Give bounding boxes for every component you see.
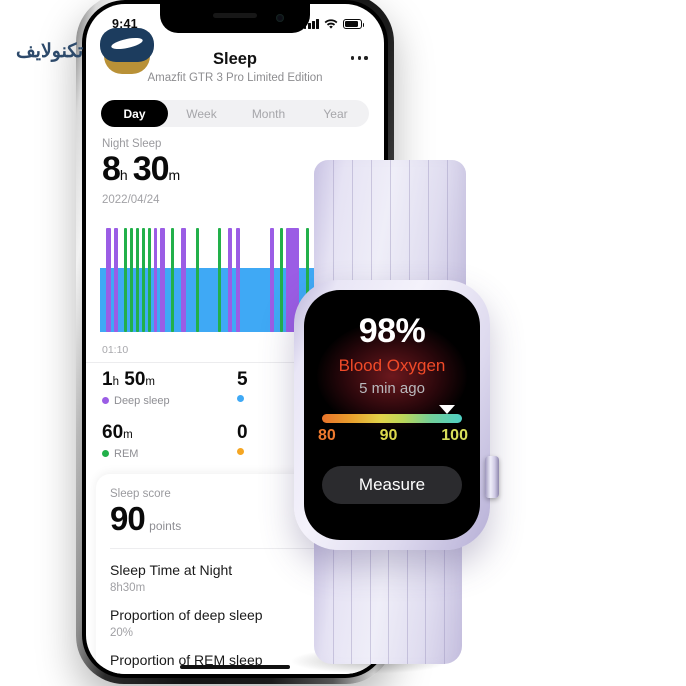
scale-marker-icon (439, 405, 455, 414)
technolife-logo (100, 28, 154, 78)
summary-duration: 8h 30m (102, 152, 180, 186)
tab-day[interactable]: Day (101, 100, 168, 127)
screenshot-stage: 9:41 ‹ Sleep Amazfit GTR 3 Pro L (0, 0, 686, 686)
sleep-stage-bar (228, 228, 232, 332)
watermark: تکنولایف (16, 28, 156, 80)
sleep-stage-bar (181, 228, 186, 332)
sleep-stage-bar (130, 228, 133, 332)
tick-100: 100 (441, 427, 468, 444)
sleep-stage-bar (114, 228, 118, 332)
sleep-stage-bar (171, 228, 174, 332)
stat-value: 1h 50m (102, 369, 155, 390)
tab-year[interactable]: Year (302, 100, 369, 127)
phone-notch (160, 4, 310, 33)
chart-axis-label: 01:10 (102, 344, 129, 356)
sleep-stage-bar (148, 228, 151, 332)
spo2-value: 98% (358, 312, 426, 350)
sleep-stage-bar (236, 228, 240, 332)
earpiece-speaker (213, 13, 257, 18)
summary-label: Night Sleep (102, 138, 162, 150)
summary-minutes-unit: m (168, 167, 181, 183)
stat-deep-sleep: 1h 50m Deep sleep (102, 369, 237, 407)
stat-legend: REM (102, 448, 237, 460)
watch-screen: 98% Blood Oxygen 5 min ago 80 90 100 Mea… (304, 290, 480, 540)
tick-90: 90 (379, 427, 398, 444)
summary-hours: 8 (102, 150, 121, 188)
watch-case: 98% Blood Oxygen 5 min ago 80 90 100 Mea… (294, 280, 499, 550)
spo2-scale-ticks: 80 90 100 (318, 427, 468, 445)
awake-dot-icon (237, 447, 244, 455)
sleep-stage-bar (218, 228, 221, 332)
sleep-stage-bar (136, 228, 139, 332)
sleep-stage-bar (196, 228, 199, 332)
deep-sleep-dot-icon (102, 397, 109, 405)
period-tabs: Day Week Month Year (101, 100, 369, 127)
stat-value: 60m (102, 421, 133, 443)
spo2-metric-label: Blood Oxygen (338, 356, 446, 375)
tab-week[interactable]: Week (168, 100, 235, 127)
sleep-stage-bar (124, 228, 127, 332)
tab-month[interactable]: Month (235, 100, 302, 127)
sleep-stage-bar (160, 228, 165, 332)
stat-label: Deep sleep (114, 394, 170, 407)
sleep-stage-bar (142, 228, 145, 332)
front-camera-icon (276, 14, 284, 22)
stat-legend: Deep sleep (102, 395, 237, 407)
wifi-icon (324, 18, 338, 29)
rem-dot-icon (102, 450, 109, 458)
watermark-text: تکنولایف (16, 41, 84, 62)
battery-icon (343, 19, 365, 29)
spo2-timestamp: 5 min ago (359, 380, 425, 397)
summary-hours-unit: h (119, 167, 128, 183)
sleep-stage-bar (106, 228, 111, 332)
measure-button[interactable]: Measure (322, 466, 462, 504)
stat-label: REM (114, 447, 139, 460)
spo2-scale-bar (322, 414, 462, 423)
stat-rem: 60m REM (102, 421, 237, 460)
summary-minutes: 30 (132, 150, 170, 188)
night-sleep-summary: Night Sleep 8h 30m 2022/04/24 (102, 138, 180, 206)
more-options-icon[interactable] (350, 56, 368, 60)
tick-80: 80 (318, 427, 336, 444)
light-sleep-dot-icon (237, 394, 244, 402)
status-indicators (303, 18, 365, 30)
summary-date: 2022/04/24 (102, 194, 160, 206)
crown-button-icon[interactable] (485, 456, 499, 498)
smartwatch: 98% Blood Oxygen 5 min ago 80 90 100 Mea… (258, 160, 528, 670)
sleep-stage-bar (154, 228, 157, 332)
